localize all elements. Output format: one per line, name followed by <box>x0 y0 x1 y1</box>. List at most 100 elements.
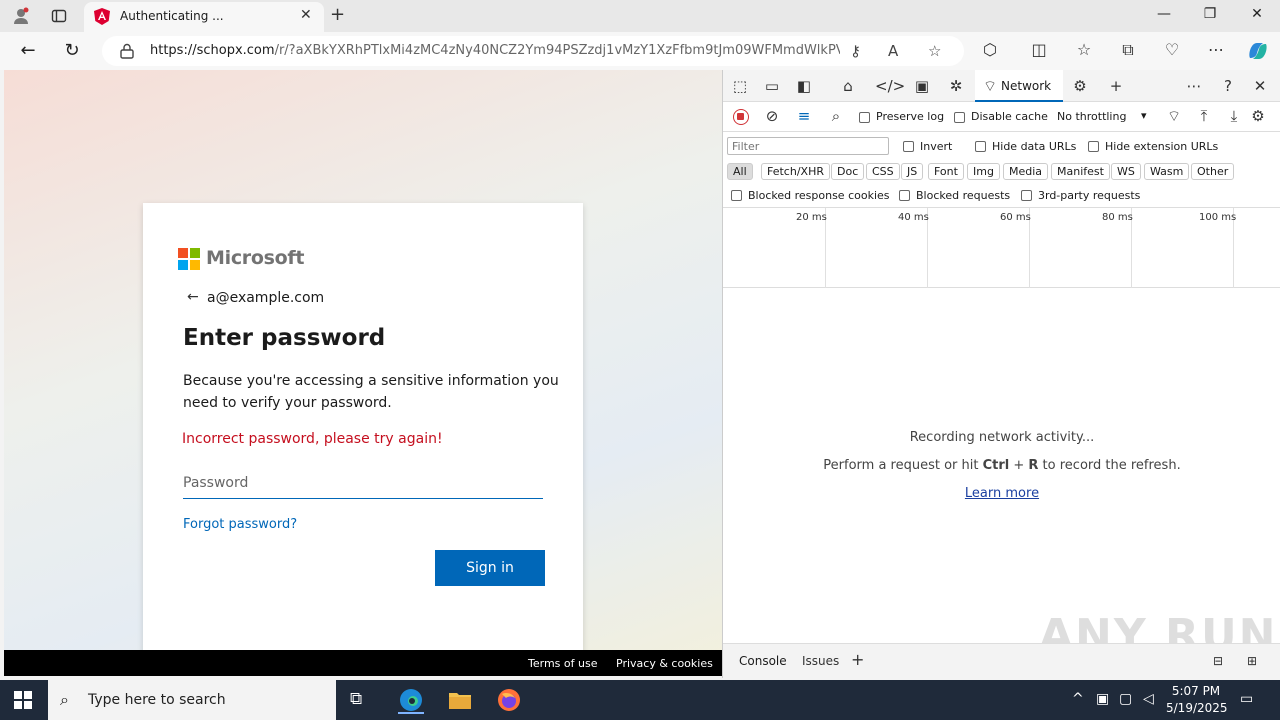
type-filter-other[interactable]: Other <box>1191 163 1235 180</box>
terms-link[interactable]: Terms of use <box>528 657 597 670</box>
filter-input[interactable] <box>727 137 889 155</box>
export-har-icon[interactable]: ⤓ <box>1223 107 1245 125</box>
elements-icon[interactable]: </> <box>875 77 905 95</box>
network-settings-icon[interactable]: ⚙ <box>1247 107 1269 125</box>
read-aloud-icon[interactable]: A <box>888 42 898 60</box>
tab-actions-icon[interactable] <box>48 6 70 26</box>
type-filter-img[interactable]: Img <box>967 163 1000 180</box>
windows-start-icon[interactable] <box>14 691 32 709</box>
key-icon[interactable]: ⚷ <box>850 42 861 60</box>
dock-side-icon[interactable]: ◧ <box>793 77 815 95</box>
address-bar[interactable]: https://schopx.com/r/?aXBkYXRhPTlxMi4zMC… <box>102 36 964 66</box>
console-icon[interactable]: ▣ <box>911 77 933 95</box>
type-filter-css[interactable]: CSS <box>866 163 900 180</box>
firefox-icon[interactable] <box>496 688 522 714</box>
throttling-select[interactable]: No throttling <box>1057 110 1126 123</box>
copilot-icon[interactable] <box>1246 40 1270 62</box>
tab-network[interactable]: ⌔ Network <box>975 70 1063 102</box>
close-drawer-icon[interactable]: ⊞ <box>1247 654 1257 668</box>
third-party-requests-checkbox[interactable] <box>1021 190 1032 201</box>
blocked-response-cookies-checkbox[interactable] <box>731 190 742 201</box>
forgot-password-link[interactable]: Forgot password? <box>183 517 297 532</box>
search-placeholder: Type here to search <box>88 692 226 708</box>
preserve-log-checkbox[interactable] <box>859 112 870 123</box>
tab-authenticating[interactable]: Authenticating ... ✕ <box>84 2 324 32</box>
search-icon[interactable]: ⌕ <box>825 107 847 125</box>
lock-icon[interactable] <box>120 43 134 59</box>
close-devtools-icon[interactable]: ✕ <box>1249 77 1271 95</box>
clock-date[interactable]: 5/19/2025 <box>1166 701 1228 715</box>
type-filter-media[interactable]: Media <box>1003 163 1049 180</box>
more-options-icon[interactable]: ⋯ <box>1204 40 1228 59</box>
ethernet-icon[interactable]: ▢ <box>1119 691 1132 707</box>
collections-icon[interactable]: ⧉ <box>1116 40 1140 60</box>
performance-icon[interactable]: ♡ <box>1160 40 1184 59</box>
drawer-tab-console[interactable]: Console <box>739 654 787 668</box>
profile-icon[interactable] <box>10 6 32 26</box>
type-filter-js[interactable]: JS <box>901 163 924 180</box>
dock-drawer-icon[interactable]: ⊟ <box>1213 654 1223 668</box>
invert-checkbox[interactable] <box>903 141 914 152</box>
refresh-icon[interactable]: ↻ <box>60 40 84 61</box>
chevron-down-icon[interactable]: ▾ <box>1141 109 1147 122</box>
tab-close-icon[interactable]: ✕ <box>300 7 312 23</box>
network-timeline-overview[interactable]: 20 ms 40 ms 60 ms 80 ms 100 ms <box>723 208 1280 288</box>
type-filter-ws[interactable]: WS <box>1111 163 1141 180</box>
network-tray-icon[interactable]: ▣ <box>1096 691 1109 707</box>
inspect-element-icon[interactable]: ⬚ <box>729 77 751 95</box>
taskbar-search[interactable]: ⌕ Type here to search <box>48 680 336 720</box>
clear-icon[interactable]: ⊘ <box>761 107 783 125</box>
split-screen-icon[interactable]: ◫ <box>1027 40 1051 59</box>
edge-taskbar-icon[interactable] <box>398 688 424 714</box>
drawer-tab-issues[interactable]: Issues <box>802 654 839 668</box>
devtools-more-icon[interactable]: ⋯ <box>1183 77 1205 95</box>
disable-cache-checkbox[interactable] <box>954 112 965 123</box>
file-explorer-icon[interactable] <box>447 688 473 714</box>
page-title: Enter password <box>183 325 386 351</box>
record-icon[interactable] <box>733 109 749 125</box>
filter-row: Invert Hide data URLs Hide extension URL… <box>723 132 1280 160</box>
windows-taskbar: ⌕ Type here to search ⧉ ^ ▣ ▢ ◁ 5:07 PM … <box>0 680 1280 720</box>
type-filter-doc[interactable]: Doc <box>831 163 865 180</box>
type-filter-font[interactable]: Font <box>928 163 964 180</box>
network-tab-label: Network <box>1001 79 1052 93</box>
notifications-icon[interactable]: ▭ <box>1240 691 1253 707</box>
task-view-icon[interactable]: ⧉ <box>350 689 362 709</box>
favorite-star-icon[interactable]: ☆ <box>928 42 941 60</box>
more-tools-icon[interactable]: + <box>1105 77 1127 95</box>
url-text[interactable]: https://schopx.com/r/?aXBkYXRhPTlxMi4zMC… <box>150 43 840 58</box>
privacy-link[interactable]: Privacy & cookies <box>616 657 713 670</box>
network-conditions-icon[interactable]: ⌔ <box>1163 107 1185 126</box>
learn-more-link[interactable]: Learn more <box>723 486 1280 501</box>
new-tab-icon[interactable]: + <box>330 4 345 25</box>
add-drawer-tab-icon[interactable]: + <box>851 650 864 669</box>
welcome-home-icon[interactable]: ⌂ <box>837 77 859 95</box>
volume-icon[interactable]: ◁ <box>1143 691 1154 707</box>
help-icon[interactable]: ? <box>1217 77 1239 95</box>
sign-in-button[interactable]: Sign in <box>435 550 545 586</box>
type-filter-wasm[interactable]: Wasm <box>1144 163 1190 180</box>
sources-debug-icon[interactable]: ✲ <box>945 77 967 95</box>
type-filter-all[interactable]: All <box>727 163 753 180</box>
minimize-icon[interactable]: — <box>1152 6 1176 22</box>
device-emulation-icon[interactable]: ▭ <box>761 77 783 95</box>
back-icon[interactable]: ← <box>16 40 40 61</box>
blocked-requests-checkbox[interactable] <box>899 190 910 201</box>
password-input[interactable] <box>183 467 543 499</box>
hide-data-urls-checkbox[interactable] <box>975 141 986 152</box>
account-email[interactable]: a@example.com <box>207 290 324 306</box>
hide-extension-urls-checkbox[interactable] <box>1088 141 1099 152</box>
back-arrow-icon[interactable]: ← <box>187 289 199 305</box>
close-window-icon[interactable]: ✕ <box>1245 6 1269 22</box>
filter-icon[interactable]: ≡ <box>793 107 815 125</box>
type-filter-fetch-xhr[interactable]: Fetch/XHR <box>761 163 830 180</box>
extensions-icon[interactable]: ⬡ <box>978 40 1002 59</box>
performance-tab-icon[interactable]: ⚙ <box>1069 77 1091 95</box>
restore-icon[interactable]: ❐ <box>1198 6 1222 22</box>
blocked-response-cookies-label: Blocked response cookies <box>748 189 890 202</box>
type-filter-manifest[interactable]: Manifest <box>1051 163 1110 180</box>
import-har-icon[interactable]: ⤒ <box>1193 107 1215 125</box>
show-hidden-icons[interactable]: ^ <box>1072 691 1084 707</box>
clock-time[interactable]: 5:07 PM <box>1170 684 1222 698</box>
favorites-icon[interactable]: ☆ <box>1072 40 1096 59</box>
